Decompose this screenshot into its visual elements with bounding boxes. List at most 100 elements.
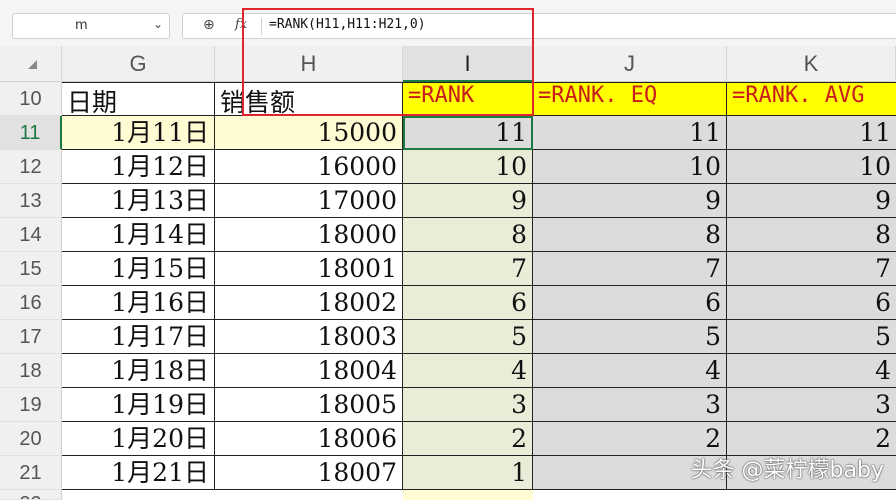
row-22: 22 xyxy=(0,490,896,500)
rank-cell[interactable]: 5 xyxy=(403,320,533,354)
chevron-down-icon[interactable]: ⌄ xyxy=(153,17,163,31)
spreadsheet-grid: G H I J K 10 日期 销售额 =RANK =RANK. EQ =RAN… xyxy=(0,46,896,500)
table-row: 19 1月19日 18005 3 3 3 xyxy=(0,388,896,422)
date-cell[interactable]: 1月19日 xyxy=(62,388,215,422)
rank-eq-cell[interactable]: 6 xyxy=(533,286,727,320)
date-cell[interactable]: 1月15日 xyxy=(62,252,215,286)
table-row: 20 1月20日 18006 2 2 2 xyxy=(0,422,896,456)
rank-cell[interactable]: 3 xyxy=(403,388,533,422)
amount-cell[interactable]: 15000 xyxy=(215,116,403,150)
table-row: 12 1月12日 16000 10 10 10 xyxy=(0,150,896,184)
date-cell[interactable]: 1月13日 xyxy=(62,184,215,218)
amount-cell[interactable]: 18004 xyxy=(215,354,403,388)
column-header-k[interactable]: K xyxy=(727,46,896,82)
rank-eq-cell[interactable]: 10 xyxy=(533,150,727,184)
date-cell[interactable]: 1月16日 xyxy=(62,286,215,320)
formula-bar[interactable]: ⊕ fx =RANK(H11,H11:H21,0) xyxy=(182,13,896,39)
row-header[interactable]: 17 xyxy=(0,320,62,354)
rank-eq-cell[interactable]: 5 xyxy=(533,320,727,354)
row-header[interactable]: 15 xyxy=(0,252,62,286)
amount-cell[interactable]: 18007 xyxy=(215,456,403,490)
amount-cell[interactable]: 18001 xyxy=(215,252,403,286)
rank-avg-cell[interactable]: 8 xyxy=(727,218,896,252)
amount-cell[interactable]: 18006 xyxy=(215,422,403,456)
cell-i22[interactable] xyxy=(403,490,533,500)
amount-cell[interactable]: 18002 xyxy=(215,286,403,320)
date-cell[interactable]: 1月17日 xyxy=(62,320,215,354)
rank-eq-cell[interactable]: 2 xyxy=(533,422,727,456)
row-header[interactable]: 14 xyxy=(0,218,62,252)
rank-eq-cell[interactable]: 11 xyxy=(533,116,727,150)
column-header-i[interactable]: I xyxy=(403,46,533,82)
cell-k10[interactable]: =RANK. AVG xyxy=(727,82,896,116)
row-header[interactable]: 13 xyxy=(0,184,62,218)
amount-cell[interactable]: 17000 xyxy=(215,184,403,218)
zoom-icon[interactable]: ⊕ xyxy=(203,17,215,33)
amount-cell[interactable]: 18000 xyxy=(215,218,403,252)
watermark: 头条 @菜柠檬baby xyxy=(690,458,884,483)
rank-cell-active[interactable]: 11 xyxy=(403,116,533,150)
rank-avg-cell[interactable]: 3 xyxy=(727,388,896,422)
date-cell[interactable]: 1月20日 xyxy=(62,422,215,456)
rank-avg-cell[interactable]: 11 xyxy=(727,116,896,150)
amount-cell[interactable]: 18005 xyxy=(215,388,403,422)
date-cell[interactable]: 1月12日 xyxy=(62,150,215,184)
row-header-10[interactable]: 10 xyxy=(0,82,62,116)
table-row: 13 1月13日 17000 9 9 9 xyxy=(0,184,896,218)
table-row: 16 1月16日 18002 6 6 6 xyxy=(0,286,896,320)
row-header[interactable]: 18 xyxy=(0,354,62,388)
table-row: 11 1月11日 15000 11 11 11 xyxy=(0,116,896,150)
date-cell[interactable]: 1月21日 xyxy=(62,456,215,490)
amount-cell[interactable]: 18003 xyxy=(215,320,403,354)
rank-avg-cell[interactable]: 5 xyxy=(727,320,896,354)
row-header[interactable]: 11 xyxy=(0,116,62,150)
column-header-j[interactable]: J xyxy=(533,46,727,82)
row-header[interactable]: 20 xyxy=(0,422,62,456)
cell-h10[interactable]: 销售额 xyxy=(215,82,403,116)
rank-eq-cell[interactable]: 4 xyxy=(533,354,727,388)
date-cell[interactable]: 1月14日 xyxy=(62,218,215,252)
rank-eq-cell[interactable]: 8 xyxy=(533,218,727,252)
row-header-22[interactable]: 22 xyxy=(0,490,62,500)
rank-cell[interactable]: 6 xyxy=(403,286,533,320)
rank-avg-cell[interactable]: 10 xyxy=(727,150,896,184)
table-row: 17 1月17日 18003 5 5 5 xyxy=(0,320,896,354)
row-header[interactable]: 19 xyxy=(0,388,62,422)
rank-avg-cell[interactable]: 7 xyxy=(727,252,896,286)
cell-j10[interactable]: =RANK. EQ xyxy=(533,82,727,116)
formula-input[interactable]: =RANK(H11,H11:H21,0) xyxy=(269,17,426,32)
date-cell[interactable]: 1月18日 xyxy=(62,354,215,388)
row-header[interactable]: 16 xyxy=(0,286,62,320)
rank-avg-cell[interactable]: 4 xyxy=(727,354,896,388)
row-10: 10 日期 销售额 =RANK =RANK. EQ =RANK. AVG xyxy=(0,82,896,116)
table-row: 14 1月14日 18000 8 8 8 xyxy=(0,218,896,252)
rank-avg-cell[interactable]: 2 xyxy=(727,422,896,456)
rank-cell[interactable]: 4 xyxy=(403,354,533,388)
column-header-h[interactable]: H xyxy=(215,46,403,82)
rank-cell[interactable]: 7 xyxy=(403,252,533,286)
name-box[interactable]: m ⌄ xyxy=(12,13,170,39)
column-header-g[interactable]: G xyxy=(62,46,215,82)
rank-avg-cell[interactable]: 9 xyxy=(727,184,896,218)
table-row: 18 1月18日 18004 4 4 4 xyxy=(0,354,896,388)
date-cell[interactable]: 1月11日 xyxy=(62,116,215,150)
rank-cell[interactable]: 8 xyxy=(403,218,533,252)
formula-toolbar: m ⌄ ⊕ fx =RANK(H11,H11:H21,0) xyxy=(0,0,896,47)
rank-cell[interactable]: 2 xyxy=(403,422,533,456)
rank-avg-cell[interactable]: 6 xyxy=(727,286,896,320)
rank-cell[interactable]: 10 xyxy=(403,150,533,184)
rank-eq-cell[interactable]: 3 xyxy=(533,388,727,422)
rank-cell[interactable]: 1 xyxy=(403,456,533,490)
select-all-corner[interactable] xyxy=(0,46,62,82)
cell-i10[interactable]: =RANK xyxy=(403,82,533,116)
rank-eq-cell[interactable]: 7 xyxy=(533,252,727,286)
amount-cell[interactable]: 16000 xyxy=(215,150,403,184)
cell-g10[interactable]: 日期 xyxy=(62,82,215,116)
row-header[interactable]: 12 xyxy=(0,150,62,184)
rank-eq-cell[interactable]: 9 xyxy=(533,184,727,218)
table-row: 15 1月15日 18001 7 7 7 xyxy=(0,252,896,286)
rank-cell[interactable]: 9 xyxy=(403,184,533,218)
name-box-value: m xyxy=(75,18,88,33)
fx-icon[interactable]: fx xyxy=(235,17,247,32)
row-header[interactable]: 21 xyxy=(0,456,62,490)
